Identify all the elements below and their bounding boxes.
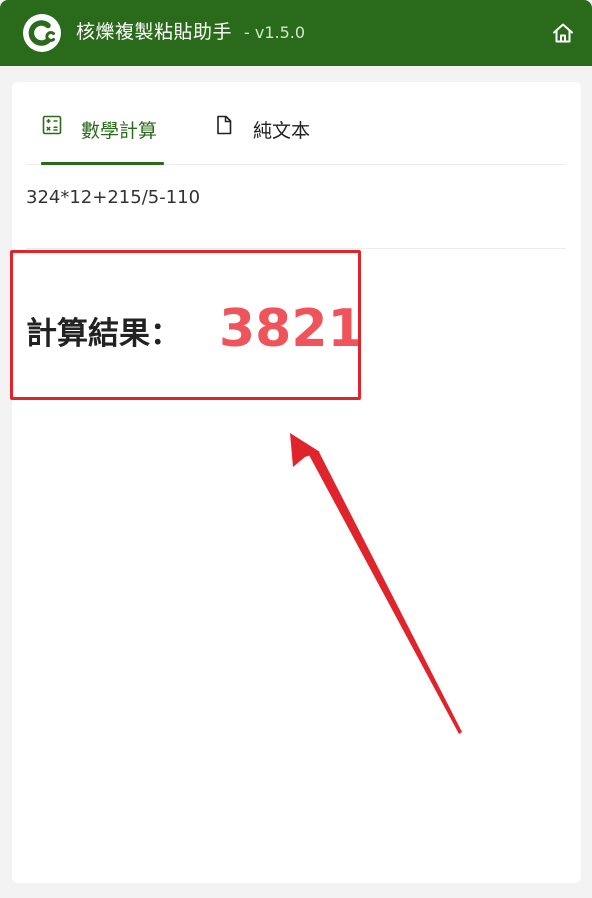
calculator-icon bbox=[42, 115, 62, 135]
app-header: 核爍複製粘貼助手 - v1.5.0 bbox=[0, 0, 592, 66]
expression-input[interactable]: 324*12+215/5-110 bbox=[26, 185, 566, 249]
app-title: 核爍複製粘貼助手 bbox=[76, 21, 233, 43]
tab-math-calculation[interactable]: 數學計算 bbox=[42, 112, 164, 164]
home-icon[interactable] bbox=[551, 21, 575, 45]
highlight-box bbox=[10, 250, 361, 400]
cc-logo-icon bbox=[23, 14, 61, 52]
document-icon bbox=[217, 115, 232, 135]
active-tab-indicator bbox=[41, 162, 164, 165]
main-card: 數學計算 純文本 324*12+215/5-110 計算結果： 3821 bbox=[12, 82, 581, 883]
tab-plain-text[interactable]: 純文本 bbox=[214, 112, 334, 164]
app-version: - v1.5.0 bbox=[244, 23, 306, 42]
tab-bar: 數學計算 純文本 bbox=[26, 82, 566, 165]
tab-label: 純文本 bbox=[253, 120, 311, 142]
tab-label: 數學計算 bbox=[81, 120, 158, 142]
